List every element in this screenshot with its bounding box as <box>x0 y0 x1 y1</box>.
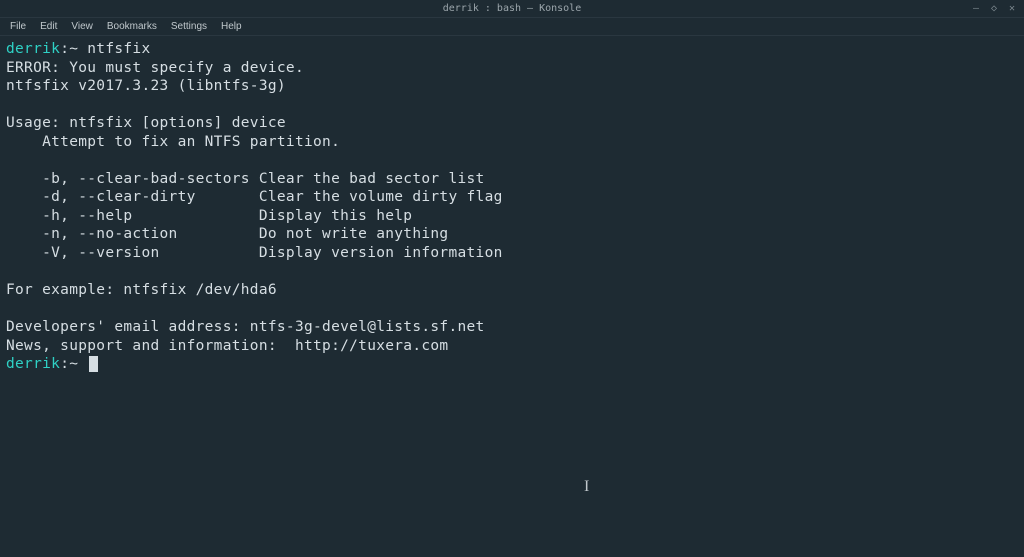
minimize-icon[interactable]: – <box>970 2 982 14</box>
output-line: Developers' email address: ntfs-3g-devel… <box>6 319 485 335</box>
command-text: ntfsfix <box>87 41 150 57</box>
output-line: -d, --clear-dirty Clear the volume dirty… <box>6 189 503 205</box>
prompt-path: ~ <box>69 356 78 372</box>
prompt-user: derrik <box>6 41 60 57</box>
titlebar: derrik : bash — Konsole – ◇ ✕ <box>0 0 1024 18</box>
close-icon[interactable]: ✕ <box>1006 2 1018 14</box>
output-line: -n, --no-action Do not write anything <box>6 226 448 242</box>
menu-file[interactable]: File <box>4 19 32 34</box>
text-cursor-ibeam: I <box>584 478 589 496</box>
prompt-user: derrik <box>6 356 60 372</box>
output-line: -h, --help Display this help <box>6 208 412 224</box>
menu-view[interactable]: View <box>65 19 99 34</box>
prompt-space <box>78 41 87 57</box>
menu-settings[interactable]: Settings <box>165 19 213 34</box>
prompt-path: ~ <box>69 41 78 57</box>
menubar: File Edit View Bookmarks Settings Help <box>0 18 1024 36</box>
output-line: News, support and information: http://tu… <box>6 338 448 354</box>
terminal-area[interactable]: derrik:~ ntfsfix ERROR: You must specify… <box>0 36 1024 378</box>
output-line: For example: ntfsfix /dev/hda6 <box>6 282 277 298</box>
output-line: -V, --version Display version informatio… <box>6 245 503 261</box>
prompt-space <box>78 356 87 372</box>
maximize-icon[interactable]: ◇ <box>988 2 1000 14</box>
prompt-sep: : <box>60 41 69 57</box>
output-line: ntfsfix v2017.3.23 (libntfs-3g) <box>6 78 286 94</box>
output-line: Attempt to fix an NTFS partition. <box>6 134 340 150</box>
window-controls: – ◇ ✕ <box>970 2 1018 14</box>
output-line: ERROR: You must specify a device. <box>6 60 304 76</box>
output-line: Usage: ntfsfix [options] device <box>6 115 286 131</box>
menu-edit[interactable]: Edit <box>34 19 63 34</box>
window-title: derrik : bash — Konsole <box>443 3 581 14</box>
cursor-block <box>89 356 98 372</box>
prompt-sep: : <box>60 356 69 372</box>
menu-help[interactable]: Help <box>215 19 248 34</box>
menu-bookmarks[interactable]: Bookmarks <box>101 19 163 34</box>
output-line: -b, --clear-bad-sectors Clear the bad se… <box>6 171 485 187</box>
